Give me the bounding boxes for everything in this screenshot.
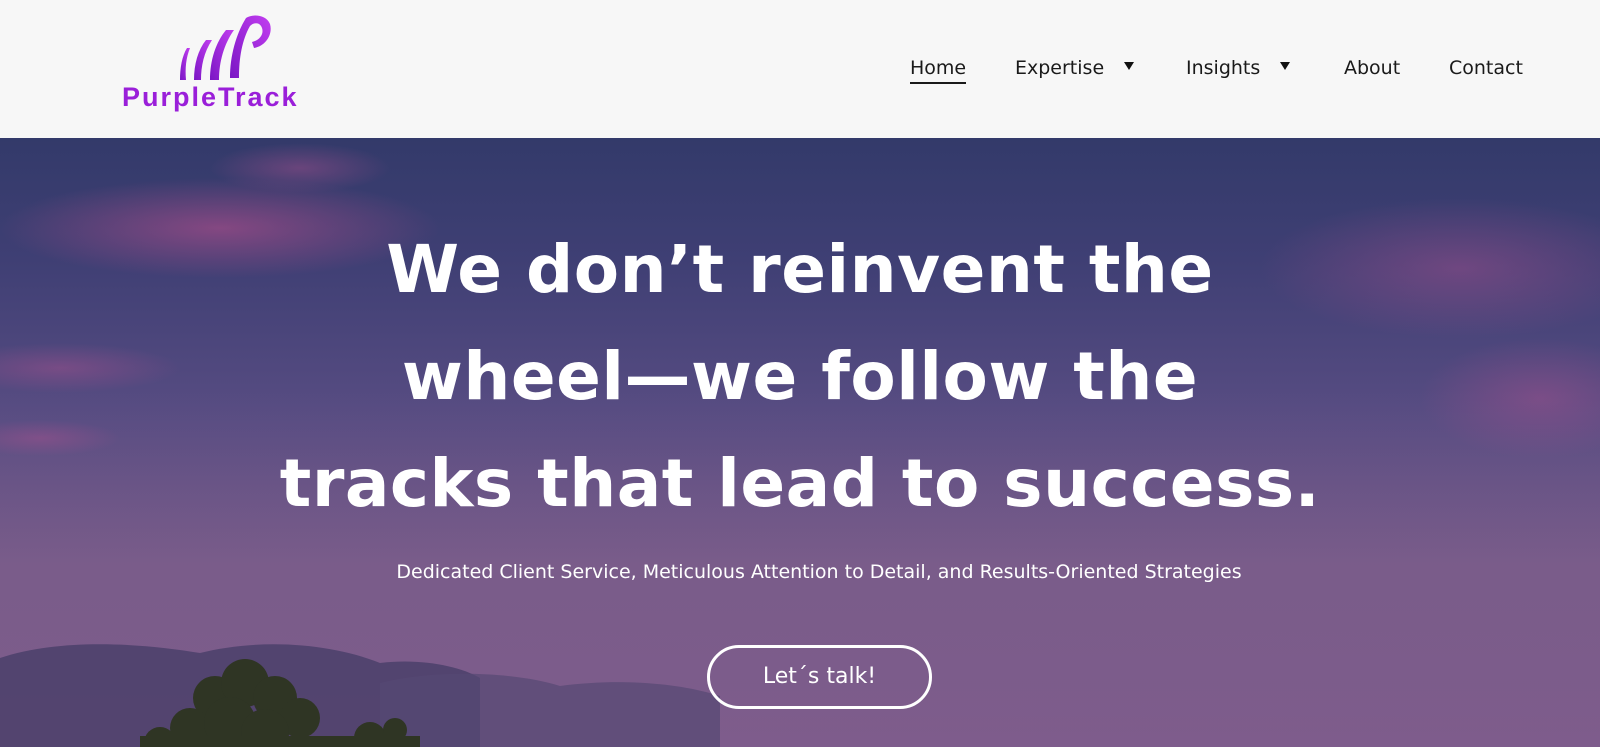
hero-headline: We don’t reinvent the wheel—we follow th…: [200, 216, 1400, 537]
headline-line-1: We don’t reinvent the: [386, 231, 1214, 308]
headline-line-3: tracks that lead to success.: [279, 445, 1321, 522]
nav-about[interactable]: About: [1344, 56, 1400, 80]
hero-subtitle: Dedicated Client Service, Meticulous Att…: [396, 561, 1242, 583]
nav-expertise[interactable]: Expertise: [1015, 56, 1135, 80]
hero-section: We don’t reinvent the wheel—we follow th…: [0, 138, 1600, 747]
nav-insights[interactable]: Insights: [1186, 56, 1291, 80]
nav-insights-label: Insights: [1186, 57, 1261, 79]
caret-down-icon: [1124, 61, 1135, 70]
brand-name: PurpleTrack: [122, 82, 299, 112]
headline-line-2: wheel—we follow the: [401, 338, 1199, 415]
site-header: PurpleTrack Home Expertise Insights Abou…: [0, 0, 1600, 138]
nav-about-label: About: [1344, 57, 1401, 79]
nav-contact[interactable]: Contact: [1449, 56, 1523, 80]
nav-contact-label: Contact: [1449, 57, 1523, 79]
main-nav: Home Expertise Insights About Contact: [0, 56, 1600, 86]
nav-home[interactable]: Home: [910, 56, 967, 84]
nav-home-label: Home: [910, 57, 967, 84]
nav-expertise-label: Expertise: [1015, 57, 1105, 79]
caret-down-icon: [1280, 61, 1291, 70]
lets-talk-button[interactable]: Let´s talk!: [707, 645, 932, 709]
